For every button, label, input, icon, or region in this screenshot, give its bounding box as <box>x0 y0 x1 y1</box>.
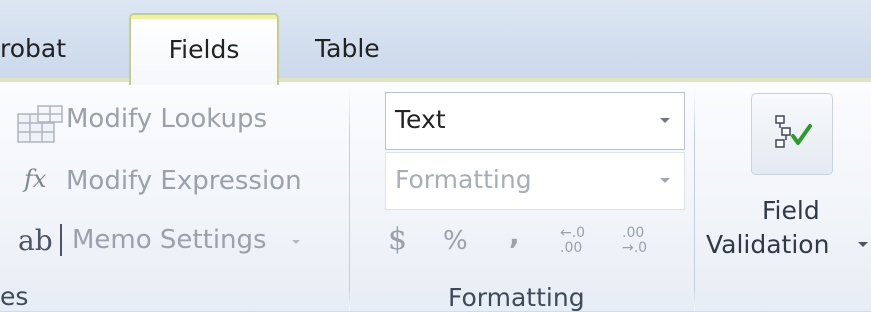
decrease-decimals-button[interactable]: .00 →.0 <box>622 226 672 256</box>
tab-fields-label: Fields <box>168 35 240 64</box>
fx-icon: fx <box>24 165 47 193</box>
group-separator <box>694 90 695 311</box>
chevron-down-icon <box>660 118 670 123</box>
tab-acrobat[interactable]: robat <box>0 34 66 63</box>
memo-settings-button[interactable]: Memo Settings <box>72 225 267 255</box>
text-cursor-icon <box>60 224 62 256</box>
comma-button[interactable]: , <box>509 218 520 251</box>
format-dropdown[interactable]: Formatting <box>385 152 685 210</box>
field-validation-label-line2: Validation <box>706 230 830 259</box>
formatting-group-label: Formatting <box>448 283 585 312</box>
chevron-down-icon <box>292 240 300 244</box>
data-type-value: Text <box>395 105 446 134</box>
group-separator <box>349 90 350 311</box>
format-value: Formatting <box>395 165 532 194</box>
increase-decimals-button[interactable]: ←.0 .00 <box>560 226 610 256</box>
properties-group-label: es <box>0 282 29 311</box>
modify-lookups-button[interactable]: Modify Lookups <box>66 104 267 134</box>
chevron-down-icon <box>858 242 868 247</box>
lookup-grid-icon <box>17 105 63 143</box>
tab-fields[interactable]: Fields <box>129 13 279 85</box>
percent-button[interactable]: % <box>443 226 468 256</box>
currency-button[interactable]: $ <box>388 222 407 257</box>
data-type-dropdown[interactable]: Text <box>385 92 685 150</box>
field-validation-icon <box>775 115 812 148</box>
tab-table[interactable]: Table <box>315 34 380 63</box>
field-validation-button[interactable] <box>751 93 833 175</box>
active-tab-highlight <box>131 15 277 19</box>
modify-expression-button[interactable]: Modify Expression <box>66 166 302 196</box>
ab-icon: ab <box>18 224 53 257</box>
field-validation-label-line1: Field <box>762 196 820 225</box>
chevron-down-icon <box>660 178 670 183</box>
